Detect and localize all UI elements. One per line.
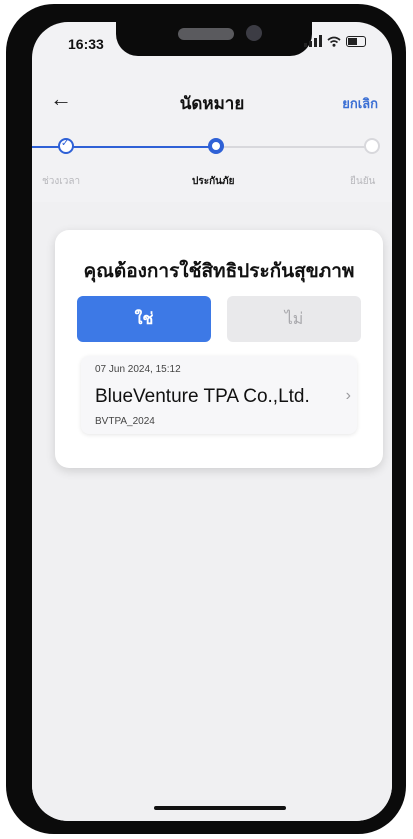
step-dot-time: ✓	[58, 138, 74, 154]
step-label-confirm: ยืนยัน	[350, 176, 376, 187]
front-camera	[246, 25, 262, 41]
status-time: 16:33	[68, 36, 104, 52]
status-icons	[304, 35, 366, 47]
cancel-button[interactable]: ยกเลิก	[342, 93, 378, 114]
nav-bar: ← นัดหมาย ยกเลิก	[32, 82, 392, 122]
yes-button[interactable]: ใช่	[77, 296, 211, 342]
notch	[116, 22, 312, 56]
home-indicator[interactable]	[154, 806, 286, 810]
policy-name: BlueVenture TPA Co.,Ltd.	[95, 386, 310, 407]
step-label-time: ช่วงเวลา	[42, 176, 81, 187]
phone-frame: 16:33 ← นัดหมาย ยกเลิก ✓ ช่วงเวลา ประกัน…	[6, 4, 406, 834]
step-dot-insurance	[208, 138, 224, 154]
step-label-insurance: ประกันภัย	[192, 176, 235, 187]
policy-item[interactable]: 07 Jun 2024, 15:12 BlueVenture TPA Co.,L…	[81, 356, 357, 434]
chevron-right-icon: ›	[345, 387, 351, 404]
progress-stepper: ✓ ช่วงเวลา ประกันภัย ยืนยัน	[32, 132, 392, 192]
battery-icon	[346, 35, 366, 47]
content-area: คุณต้องการใช้สิทธิประกันสุขภาพ ใช่ ไม่ 0…	[32, 202, 392, 821]
step-dot-confirm	[364, 138, 380, 154]
wifi-icon	[327, 36, 341, 47]
speaker	[178, 28, 234, 40]
signal-icon	[304, 35, 322, 47]
no-button[interactable]: ไม่	[227, 296, 361, 342]
insurance-question: คุณต้องการใช้สิทธิประกันสุขภาพ	[83, 261, 355, 282]
policy-code: BVTPA_2024	[95, 416, 155, 427]
policy-date: 07 Jun 2024, 15:12	[95, 364, 181, 375]
check-icon: ✓	[61, 138, 70, 149]
page-title: นัดหมาย	[179, 94, 245, 113]
app-screen: 16:33 ← นัดหมาย ยกเลิก ✓ ช่วงเวลา ประกัน…	[32, 22, 392, 821]
step-line-todo	[222, 146, 370, 148]
insurance-card: คุณต้องการใช้สิทธิประกันสุขภาพ ใช่ ไม่ 0…	[55, 230, 383, 468]
